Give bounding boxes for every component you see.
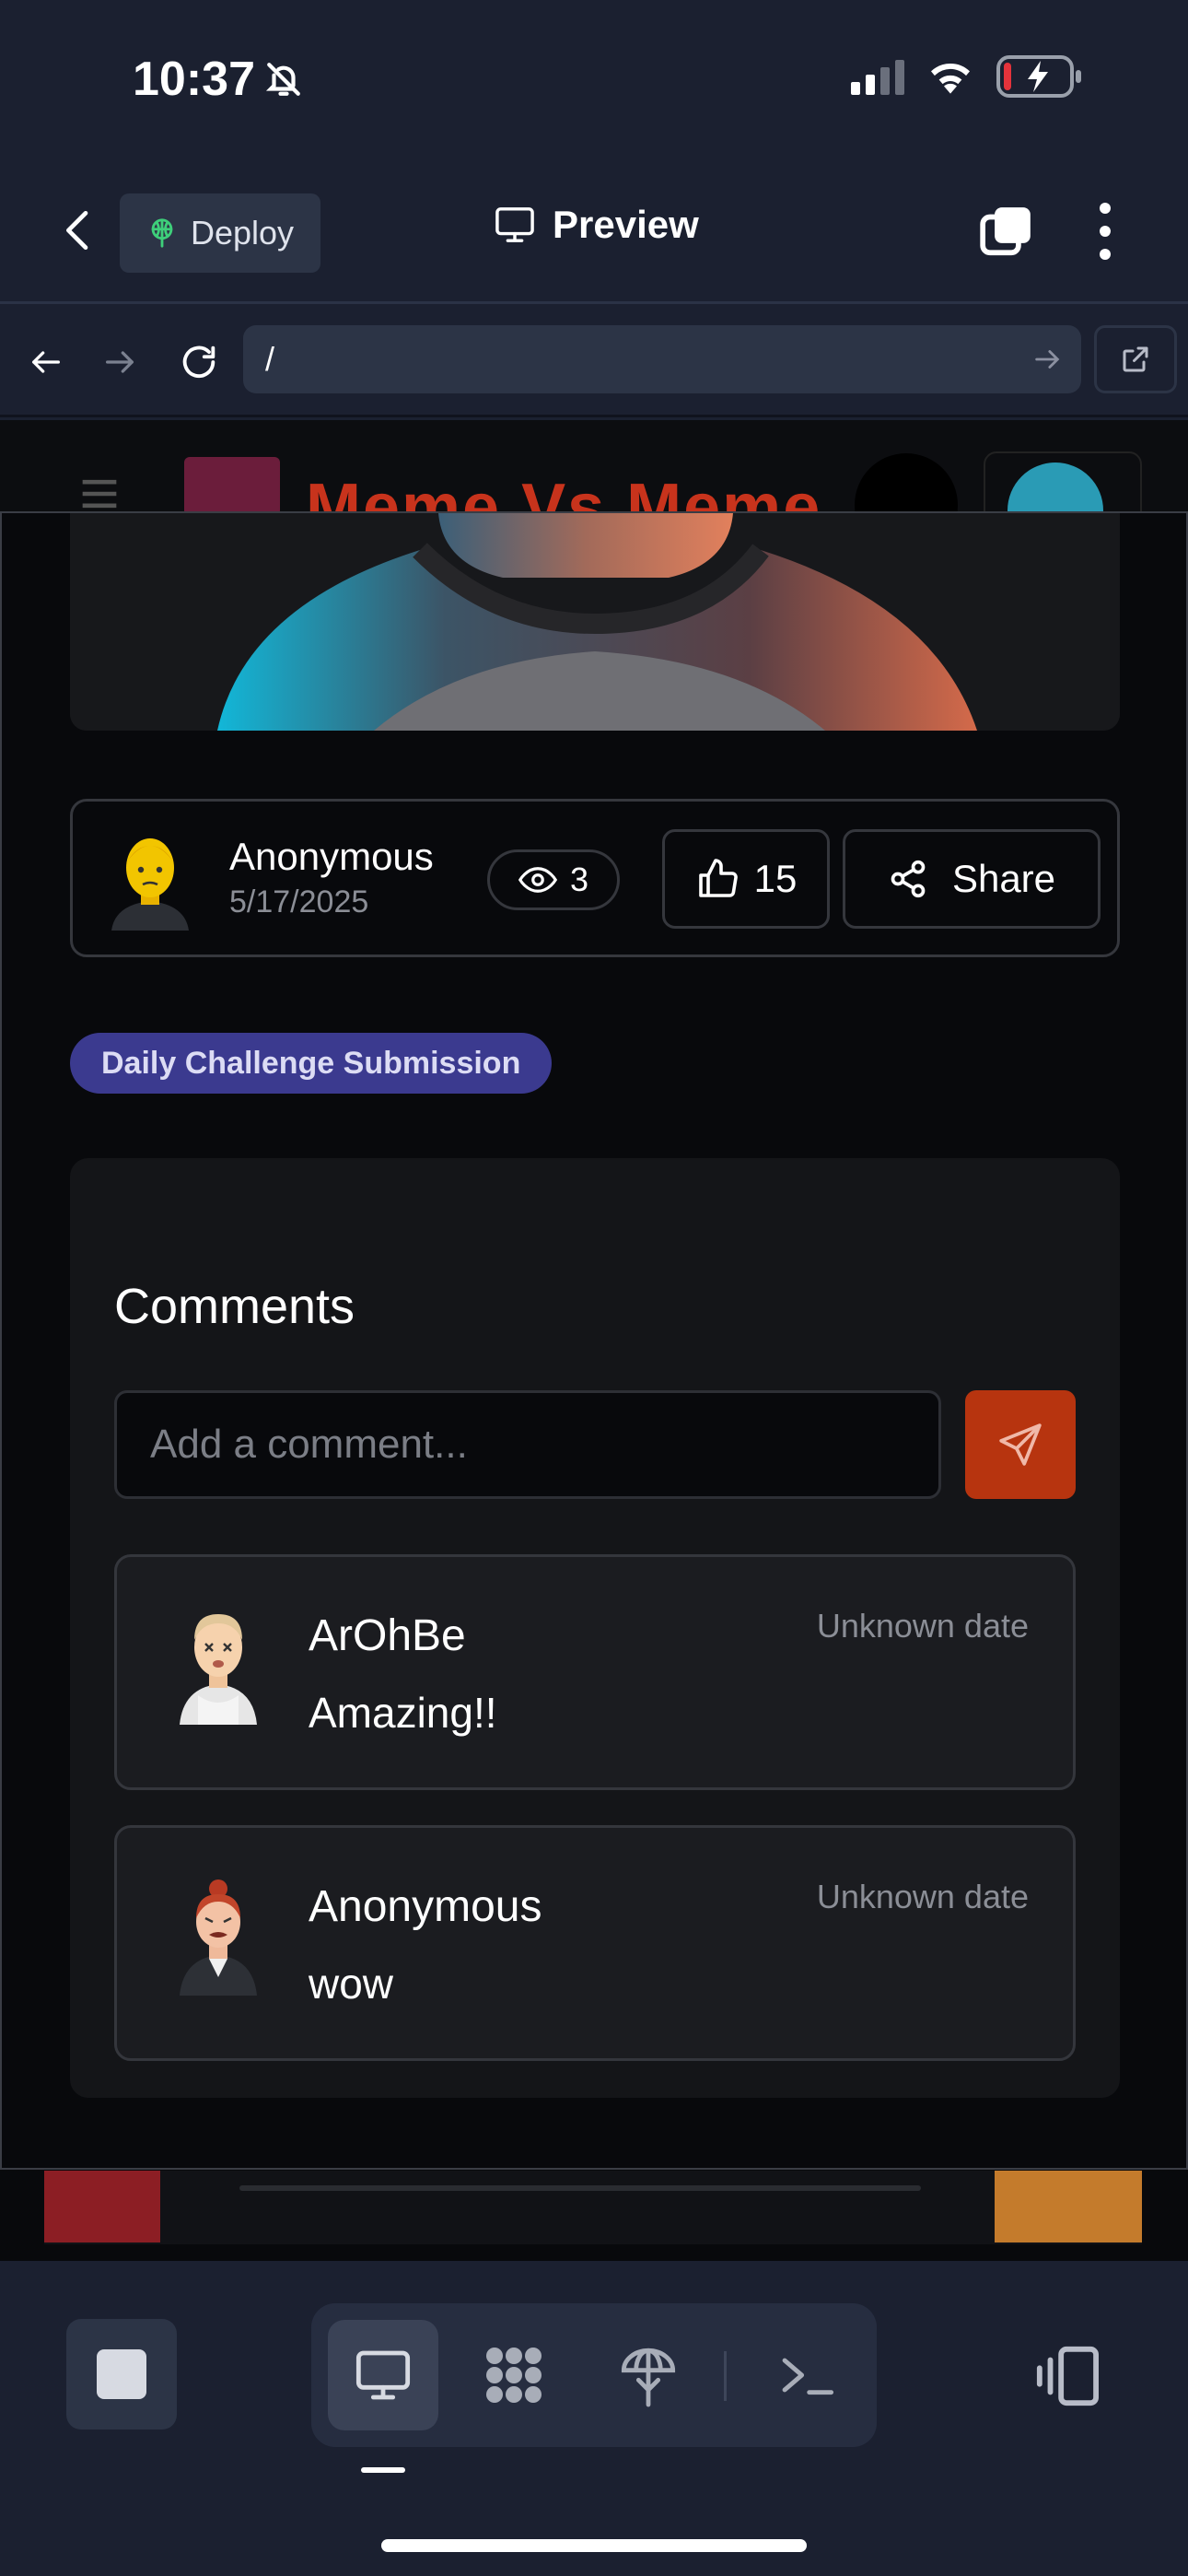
nav-back-icon[interactable]	[18, 334, 74, 390]
cellular-signal-icon	[851, 58, 904, 95]
likes-value: 15	[753, 857, 798, 900]
comment-date: Unknown date	[816, 1607, 1029, 1645]
deploy-tab[interactable]	[593, 2320, 704, 2430]
device-toggle-icon[interactable]	[1031, 2344, 1101, 2408]
share-label: Share	[951, 857, 1056, 900]
external-link-icon	[1123, 346, 1148, 372]
like-button[interactable]: 15	[662, 829, 830, 929]
nav-forward-icon[interactable]	[92, 334, 147, 390]
workspace-tab[interactable]	[459, 2320, 569, 2430]
battery-charging-icon	[996, 55, 1081, 98]
comments-section: Comments ArOhBe Amazing!! Unknown date	[70, 1158, 1120, 2098]
send-icon	[999, 1423, 1042, 1466]
post-meta-card: Anonymous 5/17/2025 3 15 Share	[70, 799, 1120, 957]
post-date: 5/17/2025	[229, 884, 369, 919]
background-divider	[239, 2185, 921, 2191]
author-name[interactable]: Anonymous	[229, 835, 434, 879]
site-header: Meme Vs Meme	[0, 420, 1188, 558]
share-icon	[891, 860, 926, 898]
deploy-label: Deploy	[190, 214, 295, 252]
open-external-button[interactable]	[1094, 325, 1177, 393]
status-bar: 10:37	[0, 0, 1188, 157]
more-options-icon[interactable]	[1087, 203, 1124, 260]
deploy-button[interactable]: Deploy	[120, 193, 320, 273]
share-button[interactable]: Share	[843, 829, 1101, 929]
preview-title[interactable]: Preview	[494, 203, 699, 247]
app-header: Deploy Preview	[0, 157, 1188, 304]
grid-blob-icon	[486, 2348, 542, 2403]
comments-title: Comments	[114, 1279, 355, 1334]
home-indicator	[381, 2539, 807, 2552]
monitor-icon	[355, 2350, 411, 2400]
site-logo[interactable]	[184, 457, 280, 516]
url-text: /	[265, 340, 275, 378]
background-content	[44, 2171, 1142, 2244]
browser-url-bar: /	[0, 307, 1188, 417]
bell-slash-icon	[265, 63, 300, 96]
stop-icon	[97, 2349, 146, 2399]
menu-icon[interactable]	[79, 475, 120, 512]
view-switcher	[311, 2303, 877, 2447]
meme-illustration	[70, 513, 1120, 731]
comment-item: ArOhBe Amazing!! Unknown date	[114, 1554, 1076, 1790]
commenter-avatar[interactable]	[172, 1878, 264, 1996]
terminal-icon	[782, 2358, 834, 2395]
author-avatar[interactable]	[108, 835, 192, 931]
tabs-icon[interactable]	[978, 203, 1035, 260]
comment-text: Amazing!!	[309, 1689, 497, 1737]
preview-tab[interactable]	[328, 2320, 438, 2430]
monitor-icon	[495, 207, 534, 242]
eye-icon	[518, 867, 557, 893]
reload-icon[interactable]	[171, 334, 227, 390]
background-thumbnail	[44, 2171, 160, 2242]
terminal-tab[interactable]	[751, 2320, 862, 2430]
toolbar-divider	[724, 2351, 727, 2401]
commenter-avatar[interactable]	[172, 1607, 264, 1725]
bottom-toolbar	[0, 2261, 1188, 2576]
status-icons	[851, 55, 1085, 98]
meme-image[interactable]	[70, 513, 1120, 731]
views-value: 3	[569, 861, 589, 898]
url-go-icon[interactable]	[1031, 344, 1063, 375]
comment-author[interactable]: ArOhBe	[309, 1610, 466, 1661]
web-preview: Meme Vs Meme Anonymous 5/17/2025 3 15 Sh…	[0, 420, 1188, 2261]
wifi-icon	[931, 63, 970, 94]
deploy-icon	[151, 218, 173, 248]
comment-date: Unknown date	[816, 1878, 1029, 1915]
challenge-badge: Daily Challenge Submission	[70, 1033, 553, 1094]
stop-button[interactable]	[66, 2319, 177, 2430]
comment-author[interactable]: Anonymous	[309, 1881, 542, 1932]
back-chevron-icon[interactable]	[53, 205, 105, 256]
url-field[interactable]: /	[243, 325, 1081, 393]
active-tab-indicator	[361, 2467, 405, 2473]
deploy-icon	[621, 2348, 676, 2407]
status-time: 10:37	[133, 52, 303, 107]
meme-detail-modal: Anonymous 5/17/2025 3 15 Share Daily Cha…	[0, 511, 1188, 2170]
preview-label: Preview	[553, 203, 699, 246]
comment-text: wow	[309, 1960, 394, 2008]
background-thumbnail	[995, 2171, 1142, 2242]
comment-input[interactable]	[114, 1390, 941, 1499]
views-count: 3	[487, 849, 620, 910]
send-comment-button[interactable]	[965, 1390, 1076, 1499]
thumbs-up-icon	[698, 859, 738, 897]
comment-item: Anonymous wow Unknown date	[114, 1825, 1076, 2061]
